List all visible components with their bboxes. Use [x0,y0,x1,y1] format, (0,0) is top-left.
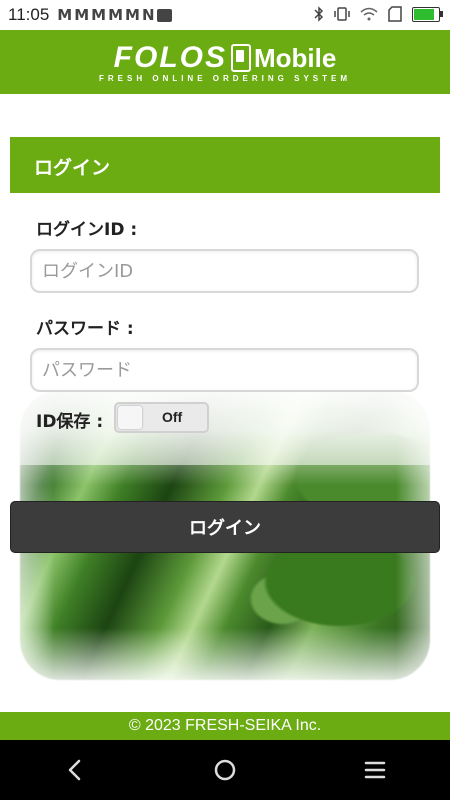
gallery-icon [156,8,172,22]
system-nav-bar [0,740,450,800]
toggle-state: Off [162,409,183,425]
menu-icon [364,761,386,779]
status-bar: 11:05 M M M M M N [0,0,450,30]
section-title: ログイン [34,157,111,179]
password-label: パスワード : [36,319,134,339]
notification-icons: M M M M M N [57,6,172,24]
login-section-header: ログイン [10,137,440,193]
notification-icon: M [74,6,89,24]
status-time: 11:05 [8,5,50,24]
notification-icon: N [141,6,155,24]
logo: FOLOS Mobile [114,41,337,75]
menu-button[interactable] [345,740,405,800]
notification-icon: M [108,6,123,24]
login-button[interactable]: ログイン [10,501,440,553]
notification-icon: M [125,6,140,24]
app-header: FOLOS Mobile FRESH ONLINE ORDERING SYSTE… [0,30,450,94]
sim-icon [388,6,402,22]
logo-text: FOLOS [113,41,227,74]
footer: © 2023 FRESH-SEIKA Inc. [0,712,450,740]
login-id-label: ログインID : [36,220,138,240]
logo-subtitle: FRESH ONLINE ORDERING SYSTEM [98,74,351,83]
toggle-knob [118,406,142,429]
home-button[interactable] [195,740,255,800]
bluetooth-icon [314,6,324,22]
notification-icon: M [91,6,106,24]
battery-icon [412,6,443,22]
notification-icon: M [57,6,72,24]
save-id-toggle[interactable]: Off [114,402,209,433]
save-id-label: ID保存 : [36,412,104,432]
system-icons [314,6,443,22]
copyright-text: © 2023 FRESH-SEIKA Inc. [128,717,322,734]
vibrate-icon [334,7,350,21]
phone-icon [231,44,251,72]
wifi-icon [360,7,378,21]
password-input[interactable] [30,348,419,392]
back-icon [68,759,81,781]
login-id-input[interactable] [30,249,419,293]
home-icon [214,759,236,781]
back-button[interactable] [45,740,105,800]
logo-suffix: Mobile [254,42,337,73]
